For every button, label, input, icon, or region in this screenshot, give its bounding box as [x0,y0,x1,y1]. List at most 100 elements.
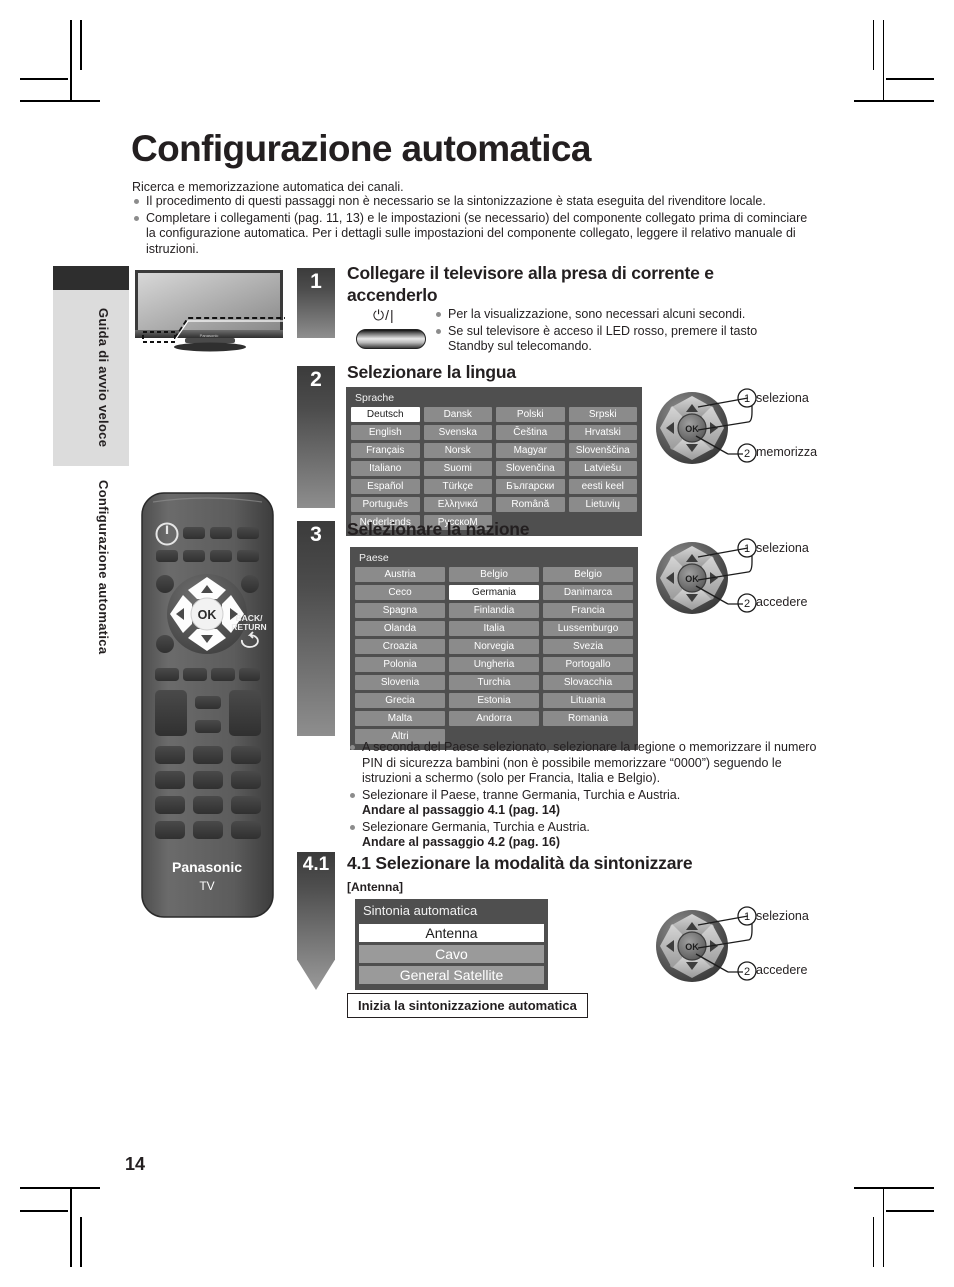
language-option[interactable]: Suomi [423,461,492,476]
page-title: Configurazione automatica [131,128,591,169]
crop-mark-top-left-v [70,20,72,100]
country-option[interactable]: Romania [543,711,633,726]
country-option[interactable]: Lussemburgo [543,621,633,636]
country-option[interactable]: Malta [355,711,445,726]
language-option[interactable]: eesti keel [568,479,637,494]
language-option[interactable]: Slovenščina [568,443,637,458]
country-column-3: Belgio Danimarca Francia Lussemburgo Sve… [543,567,633,744]
step-badge-2: 2 [297,366,335,508]
language-option[interactable]: Français [351,443,420,458]
country-option[interactable]: Belgio [449,567,539,582]
country-option[interactable]: Olanda [355,621,445,636]
country-option[interactable]: Austria [355,567,445,582]
country-option[interactable]: Lituania [543,693,633,708]
country-option[interactable]: Grecia [355,693,445,708]
country-option[interactable]: Croazia [355,639,445,654]
osd-title-paese: Paese [359,552,389,564]
language-option[interactable]: Norsk [423,443,492,458]
tuning-option-cavo[interactable]: Cavo [359,945,544,963]
callout-marker-2: 2 [744,598,750,610]
crop-mark-top-left-h [20,100,100,102]
language-column-2: Dansk Svenska Norsk Suomi Türkçe Ελληνικ… [423,407,492,530]
tuning-option-antenna[interactable]: Antenna [359,924,544,942]
callout-marker-1: 1 [744,911,750,923]
list-item: Completare i collegamenti (pag. 11, 13) … [132,211,812,258]
country-option[interactable]: Belgio [543,567,633,582]
language-option[interactable]: Magyar [496,443,565,458]
crop-mark-top-right-corner-v [872,20,874,70]
language-option[interactable]: Español [351,479,420,494]
step-4-1-subheading: [Antenna] [347,880,403,894]
country-option[interactable]: Polonia [355,657,445,672]
country-option[interactable]: Portogallo [543,657,633,672]
crop-mark-top-left-corner-h [20,78,68,80]
country-option[interactable]: Norvegia [449,639,539,654]
language-option[interactable]: Svenska [423,425,492,440]
list-item: A seconda del Paese selezionato, selezio… [348,740,828,787]
country-option[interactable]: Andorra [449,711,539,726]
page-number: 14 [125,1154,146,1174]
language-option[interactable]: Ελληνικά [423,497,492,512]
list-item-text: Selezionare Germania, Turchia e Austria. [362,819,590,834]
language-option[interactable]: Hrvatski [568,425,637,440]
callout-marker-2: 2 [744,966,750,978]
country-column-2: Belgio Germania Finlandia Italia Norvegi… [449,567,539,744]
language-option[interactable]: Български [496,479,565,494]
country-option[interactable]: Italia [449,621,539,636]
language-option[interactable]: Polski [496,407,565,422]
country-option[interactable]: Germania [449,585,539,600]
crop-mark-bottom-left-corner-v [80,1217,82,1267]
dpad-callout-step-2: OK 1 2 seleziona memorizza [648,382,948,482]
step-1-bullet-list: Per la visualizzazione, sono necessari a… [434,307,794,356]
remote-ok-label: OK [198,608,217,622]
language-option[interactable]: Čeština [496,425,565,440]
country-grid: Austria Ceco Spagna Olanda Croazia Polon… [355,567,633,744]
language-option[interactable]: Slovenčina [496,461,565,476]
language-option[interactable]: Deutsch [351,407,420,422]
intro-bullet-list: Il procedimento di questi passaggi non è… [132,194,812,258]
country-option[interactable]: Ungheria [449,657,539,672]
side-tab-cap [53,266,129,290]
dpad-ok-label: OK [685,942,699,952]
crop-mark-bottom-left-corner-h [20,1210,68,1212]
language-column-1: Deutsch English Français Italiano Españo… [351,407,420,530]
country-option[interactable]: Francia [543,603,633,618]
country-option[interactable]: Finlandia [449,603,539,618]
country-option[interactable]: Danimarca [543,585,633,600]
list-item-bold-note: Andare al passaggio 4.2 (pag. 16) [362,835,560,849]
list-item: Selezionare Germania, Turchia e Austria.… [348,820,828,851]
language-option[interactable]: Türkçe [423,479,492,494]
callout-label-enter: accedere [756,595,808,609]
side-tab-auto-setup: Configurazione automatica [53,470,129,720]
country-option[interactable]: Slovenia [355,675,445,690]
language-option[interactable]: Latviešu [568,461,637,476]
callout-marker-1: 1 [744,543,750,555]
country-option[interactable]: Turchia [449,675,539,690]
country-option[interactable]: Ceco [355,585,445,600]
tuning-option-general-satellite[interactable]: General Satellite [359,966,544,984]
language-option[interactable]: Lietuvių [568,497,637,512]
dpad-callout-step-4-1: OK 1 2 seleziona accedere [648,900,948,1000]
country-option[interactable]: Spagna [355,603,445,618]
remote-control-illustration: OK BACK/ RETURN Panasonic TV [141,492,274,918]
language-osd-panel: Sprache Deutsch English Français Italian… [346,387,642,536]
country-option[interactable]: Svezia [543,639,633,654]
crop-mark-bottom-left-v [70,1187,72,1267]
language-option[interactable]: Srpski [568,407,637,422]
language-option[interactable]: English [351,425,420,440]
crop-mark-bottom-right-corner-v [872,1217,874,1267]
callout-label-enter: accedere [756,963,808,977]
language-option[interactable]: Italiano [351,461,420,476]
country-osd-panel: Paese Austria Ceco Spagna Olanda Croazia… [350,547,638,750]
crop-mark-top-right-corner-h [886,78,934,80]
country-option[interactable]: Estonia [449,693,539,708]
language-option[interactable]: Português [351,497,420,512]
remote-model-label: TV [199,879,214,893]
side-tab-quick-start-guide: Guida di avvio veloce [53,266,129,466]
list-item: Selezionare il Paese, tranne Germania, T… [348,788,828,819]
language-option[interactable]: Română [496,497,565,512]
language-option[interactable]: Dansk [423,407,492,422]
crop-mark-bottom-left-h [20,1187,100,1189]
country-option[interactable]: Slovacchia [543,675,633,690]
language-option-empty [496,515,565,518]
